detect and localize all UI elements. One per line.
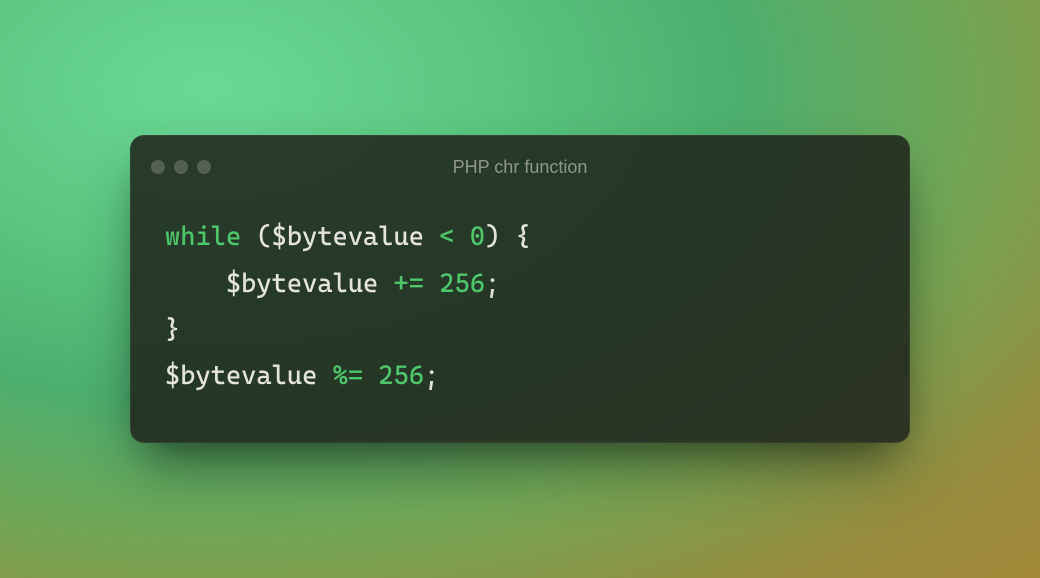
code-token: 256: [439, 269, 485, 299]
code-token: [317, 361, 332, 391]
code-token: 256: [378, 361, 424, 391]
code-token: [363, 361, 378, 391]
code-block: while ($bytevalue < 0) { $bytevalue += 2…: [131, 186, 909, 441]
code-token: (: [241, 222, 271, 252]
code-token: %=: [333, 361, 363, 391]
code-token: [378, 269, 393, 299]
minimize-icon[interactable]: [174, 160, 188, 174]
traffic-lights: [151, 160, 211, 174]
code-token: 0: [470, 222, 485, 252]
code-token: <: [439, 222, 454, 252]
code-token: $bytevalue: [165, 361, 317, 391]
maximize-icon[interactable]: [197, 160, 211, 174]
code-token: +=: [394, 269, 424, 299]
code-token: $bytevalue: [272, 222, 424, 252]
title-bar: PHP chr function: [131, 136, 909, 186]
code-token: [424, 269, 439, 299]
code-token: ;: [485, 269, 500, 299]
code-token: [165, 269, 226, 299]
code-token: [424, 222, 439, 252]
code-token: ;: [424, 361, 439, 391]
code-token: $bytevalue: [226, 269, 378, 299]
window-title: PHP chr function: [151, 157, 889, 178]
code-token: ) {: [485, 222, 531, 252]
close-icon[interactable]: [151, 160, 165, 174]
code-token: }: [165, 315, 180, 345]
code-token: [454, 222, 469, 252]
code-window: PHP chr function while ($bytevalue < 0) …: [130, 135, 910, 442]
code-token: while: [165, 222, 241, 252]
